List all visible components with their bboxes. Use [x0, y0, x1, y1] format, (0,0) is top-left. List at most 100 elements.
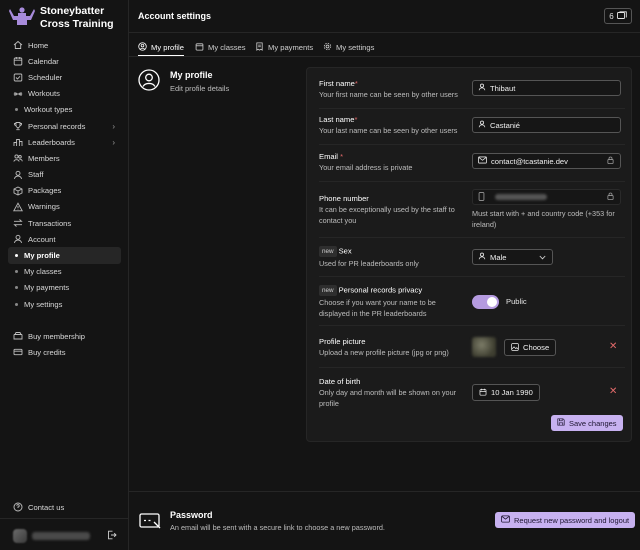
tab-label: My payments: [268, 43, 314, 52]
sidebar-item-transactions[interactable]: Transactions: [8, 215, 121, 231]
calendar-icon: [195, 42, 204, 53]
sidebar-item-label: Calendar: [28, 56, 59, 66]
members-icon: [13, 153, 23, 163]
tab-my-settings[interactable]: My settings: [323, 39, 374, 56]
sidebar-item-my-payments[interactable]: My payments: [8, 280, 121, 296]
save-changes-button[interactable]: Save changes: [551, 415, 623, 431]
sidebar-item-packages[interactable]: Packages: [8, 183, 121, 199]
field-description: Used for PR leaderboards only: [319, 259, 419, 268]
trophy-icon: [13, 121, 23, 131]
field-description: Choose if you want your name to be displ…: [319, 298, 436, 318]
choose-picture-button[interactable]: Choose: [504, 339, 557, 356]
user-icon: [478, 83, 486, 93]
field-description: Your first name can be seen by other use…: [319, 90, 458, 99]
tab-my-payments[interactable]: My payments: [255, 39, 313, 56]
tab-my-classes[interactable]: My classes: [195, 39, 246, 56]
credits-badge-button[interactable]: 6: [604, 8, 632, 24]
chevron-right-icon: ›: [112, 121, 115, 131]
divider: [319, 325, 625, 326]
scheduler-icon: [13, 72, 23, 82]
staff-icon: [13, 170, 23, 180]
new-badge: new: [319, 246, 337, 257]
sidebar-item-workouts[interactable]: Workouts: [8, 86, 121, 102]
sidebar-item-label: My profile: [24, 251, 60, 261]
button-label: Request new password and logout: [514, 515, 630, 525]
avatar[interactable]: [13, 529, 27, 543]
sex-value: Male: [490, 252, 507, 262]
sidebar-item-home[interactable]: Home: [8, 37, 121, 53]
sidebar-item-my-settings[interactable]: My settings: [8, 296, 121, 312]
remove-picture-icon[interactable]: ✕: [609, 341, 617, 352]
help-icon: [13, 502, 23, 512]
clear-date-icon[interactable]: ✕: [609, 386, 617, 397]
first-name-value: Thibaut: [490, 83, 516, 93]
logout-icon[interactable]: [107, 530, 117, 542]
sidebar-item-my-profile[interactable]: My profile: [8, 247, 121, 264]
brand-name-line1: Stoneybatter: [40, 5, 105, 17]
transactions-icon: [13, 218, 23, 228]
sidebar-item-label: Account: [28, 234, 56, 244]
user-circle-icon: [138, 41, 147, 53]
sidebar-item-contact-us[interactable]: Contact us: [8, 499, 121, 515]
user-name-redacted: [32, 532, 90, 540]
tab-my-profile[interactable]: My profile: [138, 39, 184, 56]
bullet-icon: [15, 286, 18, 290]
sidebar-item-members[interactable]: Members: [8, 150, 121, 166]
mail-icon: [478, 156, 487, 166]
sidebar-item-calendar[interactable]: Calendar: [8, 53, 121, 69]
divider: [319, 181, 625, 182]
user-icon: [478, 120, 486, 130]
brand[interactable]: Stoneybatter Cross Training: [8, 5, 114, 31]
sidebar-item-label: Buy membership: [28, 331, 85, 341]
receipt-icon: [255, 42, 264, 53]
date-of-birth-picker[interactable]: 10 Jan 1990: [472, 384, 540, 401]
phone-hint: Must start with + and country code (+353…: [472, 209, 615, 229]
last-name-field[interactable]: Castanié: [472, 117, 621, 133]
sidebar-user-footer: [0, 518, 129, 550]
sidebar-item-account[interactable]: Account: [8, 231, 121, 247]
sidebar-item-label: Workout types: [24, 105, 73, 115]
sidebar-item-label: Personal records: [28, 121, 86, 131]
save-icon: [557, 418, 565, 428]
sex-select[interactable]: Male: [472, 249, 553, 265]
chevron-down-icon: [539, 253, 546, 262]
sidebar-item-label: Contact us: [28, 502, 65, 512]
pr-privacy-toggle[interactable]: [472, 295, 499, 309]
workouts-icon: [13, 89, 23, 99]
sidebar-item-label: Transactions: [28, 218, 72, 228]
button-label: Choose: [523, 343, 550, 352]
section-title: My profile: [170, 70, 213, 80]
sidebar-item-leaderboards[interactable]: Leaderboards ›: [8, 134, 121, 150]
sidebar-item-label: Members: [28, 153, 60, 163]
sidebar-item-my-classes[interactable]: My classes: [8, 264, 121, 280]
sidebar-item-workout-types[interactable]: Workout types: [8, 102, 121, 118]
sidebar-item-buy-credits[interactable]: Buy credits: [8, 344, 121, 360]
credits-icon: [13, 347, 23, 357]
button-label: Save changes: [569, 418, 617, 428]
sidebar: Stoneybatter Cross Training Home Calenda…: [0, 0, 129, 550]
credits-count: 6: [609, 11, 614, 21]
sidebar-item-personal-records[interactable]: Personal records ›: [8, 118, 121, 134]
sidebar-item-scheduler[interactable]: Scheduler: [8, 69, 121, 85]
section-subtitle: Edit profile details: [170, 84, 230, 93]
brand-logo-icon: [9, 7, 35, 25]
first-name-field[interactable]: Thibaut: [472, 80, 621, 96]
user-icon: [478, 252, 486, 262]
request-password-button[interactable]: Request new password and logout: [495, 512, 636, 528]
packages-icon: [13, 186, 23, 196]
sidebar-item-buy-membership[interactable]: Buy membership: [8, 328, 121, 344]
email-value: contact@tcastanie.dev: [491, 156, 568, 166]
sidebar-item-label: Buy credits: [28, 347, 66, 357]
sidebar-item-label: Workouts: [28, 89, 60, 99]
sidebar-item-staff[interactable]: Staff: [8, 167, 121, 183]
phone-icon: [478, 191, 485, 203]
phone-field[interactable]: [472, 189, 621, 205]
email-field[interactable]: contact@tcastanie.dev: [472, 153, 621, 169]
sidebar-item-warnings[interactable]: Warnings: [8, 199, 121, 215]
page-title: Account settings: [138, 11, 212, 21]
calendar-icon: [13, 56, 23, 66]
bullet-icon: [15, 108, 18, 112]
user-circle-icon: [138, 69, 160, 91]
divider: [319, 144, 625, 145]
profile-form-card: First name* Your first name can be seen …: [306, 67, 632, 442]
